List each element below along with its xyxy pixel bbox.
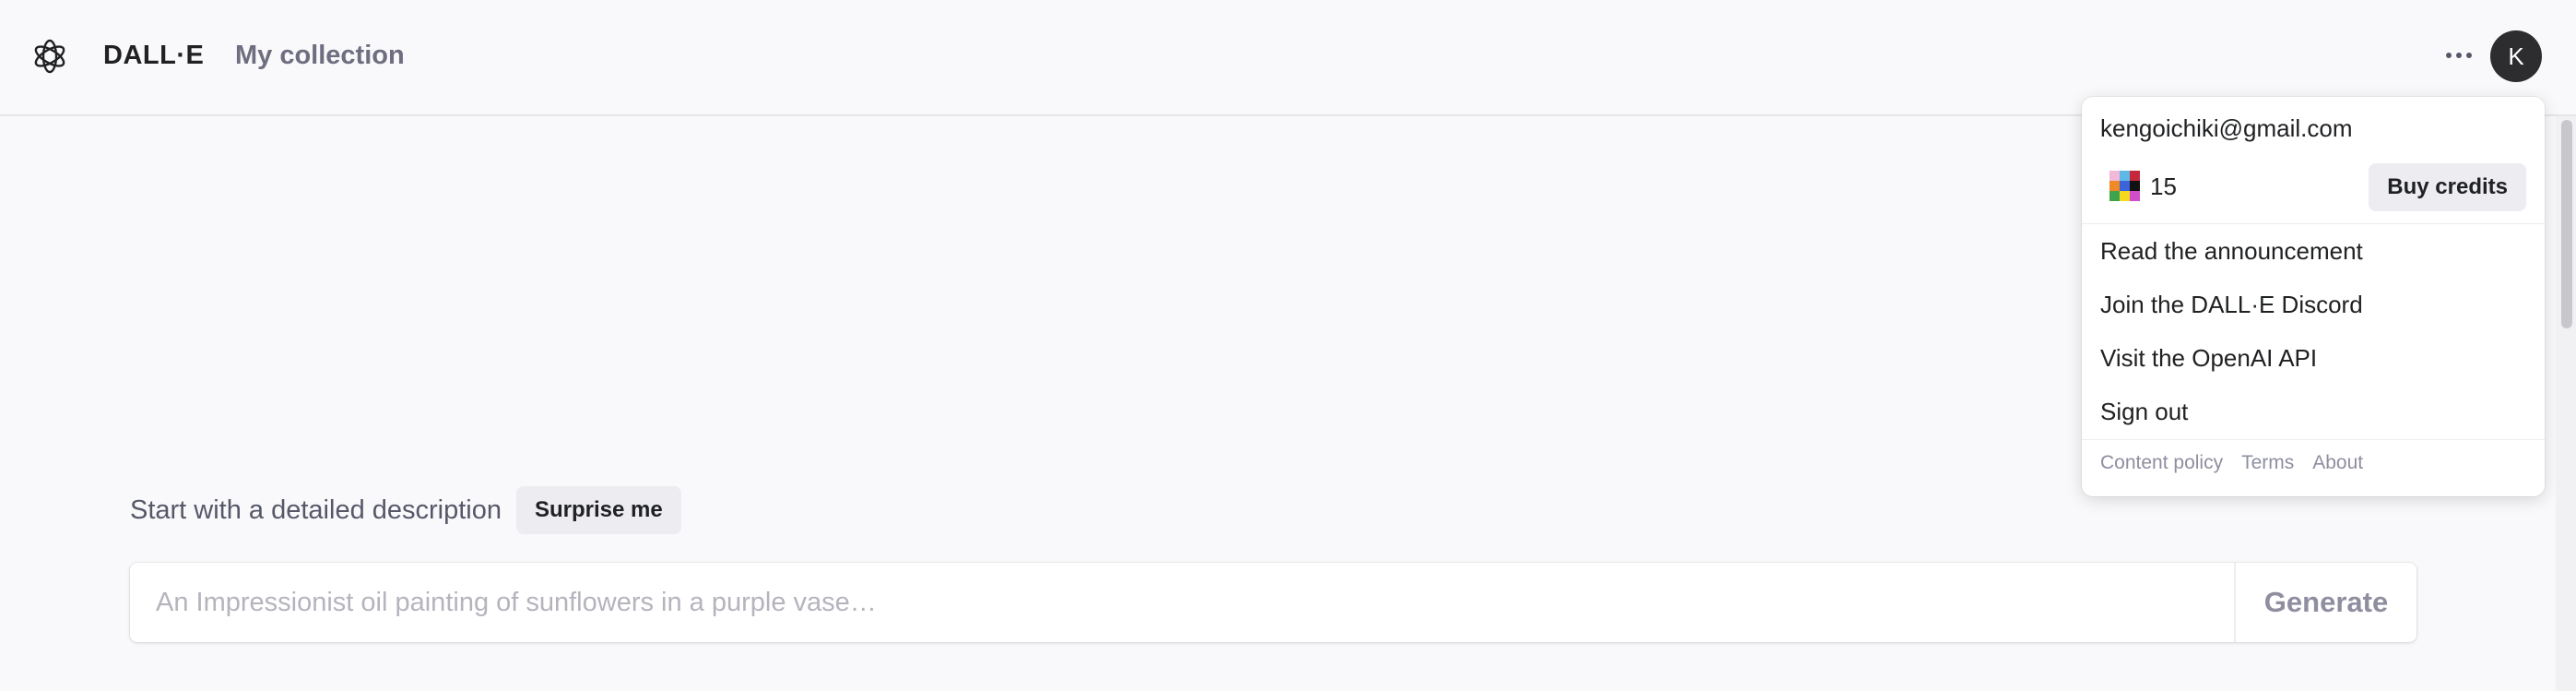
menu-divider xyxy=(2082,223,2545,224)
menu-footer: Content policy Terms About xyxy=(2100,449,2363,477)
credits-grid-tile xyxy=(2109,181,2120,191)
openai-logo-icon[interactable] xyxy=(29,35,71,77)
prompt-label: Start with a detailed description xyxy=(130,494,502,525)
prompt-bar: Generate xyxy=(130,563,2416,642)
credits-grid-tile xyxy=(2120,171,2130,181)
menu-item-visit-api[interactable]: Visit the OpenAI API xyxy=(2100,339,2317,377)
terms-link[interactable]: Terms xyxy=(2241,449,2294,477)
generate-button[interactable]: Generate xyxy=(2234,563,2416,642)
buy-credits-button[interactable]: Buy credits xyxy=(2369,163,2526,211)
credits-grid-tile xyxy=(2130,191,2140,201)
menu-item-sign-out[interactable]: Sign out xyxy=(2100,392,2188,431)
credits-grid-tile xyxy=(2109,171,2120,181)
surprise-me-button[interactable]: Surprise me xyxy=(516,486,681,534)
menu-item-join-discord[interactable]: Join the DALL·E Discord xyxy=(2100,285,2363,324)
avatar[interactable]: K xyxy=(2490,30,2542,82)
prompt-intro: Start with a detailed description Surpri… xyxy=(130,485,681,535)
credits-grid-tile xyxy=(2120,181,2130,191)
credits-grid-tile xyxy=(2130,171,2140,181)
credits-grid-tile xyxy=(2130,181,2140,191)
scrollbar-thumb[interactable] xyxy=(2561,120,2572,328)
more-horizontal-icon xyxy=(2446,53,2472,58)
credits-grid-tile xyxy=(2109,191,2120,201)
account-email: kengoichiki@gmail.com xyxy=(2100,114,2353,142)
credits-grid-icon xyxy=(2109,171,2140,201)
account-menu: kengoichiki@gmail.com 15 Buy credits Rea… xyxy=(2082,97,2545,496)
brand-title[interactable]: DALL·E xyxy=(103,37,204,74)
credits-grid-tile xyxy=(2120,191,2130,201)
more-options-button[interactable] xyxy=(2438,39,2480,72)
nav-my-collection[interactable]: My collection xyxy=(235,37,405,74)
content-policy-link[interactable]: Content policy xyxy=(2100,449,2223,477)
about-link[interactable]: About xyxy=(2312,449,2363,477)
prompt-input[interactable] xyxy=(130,563,2234,642)
credits-count: 15 xyxy=(2150,173,2177,200)
menu-divider xyxy=(2082,439,2545,440)
credits-row: 15 Buy credits xyxy=(2100,161,2526,211)
menu-item-read-announcement[interactable]: Read the announcement xyxy=(2100,232,2363,270)
